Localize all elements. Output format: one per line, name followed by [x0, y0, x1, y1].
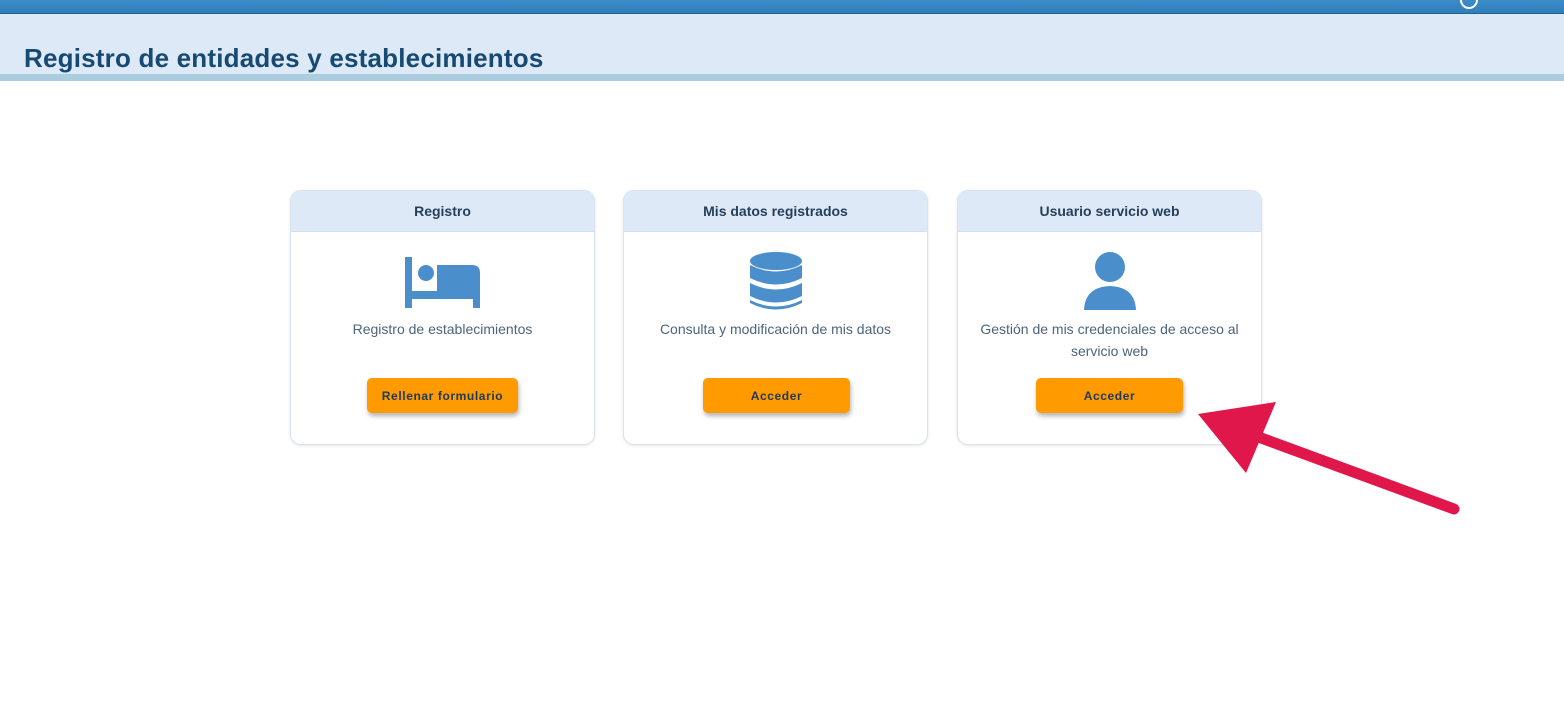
card-description: Gestión de mis credenciales de acceso al… — [980, 321, 1239, 359]
header-divider — [0, 74, 1564, 81]
user-icon — [958, 251, 1261, 313]
top-bar — [0, 0, 1564, 14]
card-mis-datos: Mis datos registrados Consulta y modific… — [623, 190, 928, 445]
user-menu-icon[interactable] — [1460, 0, 1478, 9]
page-title: Registro de entidades y establecimientos — [24, 43, 544, 73]
access-web-service-button[interactable]: Acceder — [1036, 378, 1183, 413]
card-registro: Registro Registro de establecimientos Re… — [290, 190, 595, 445]
fill-form-button[interactable]: Rellenar formulario — [367, 378, 518, 413]
card-title: Mis datos registrados — [624, 191, 927, 232]
database-icon — [624, 251, 927, 313]
card-description: Registro de establecimientos — [352, 321, 533, 337]
bed-icon — [291, 251, 594, 313]
card-title: Registro — [291, 191, 594, 232]
access-data-button[interactable]: Acceder — [703, 378, 850, 413]
annotation-arrow-icon — [1198, 402, 1460, 515]
page-header: Registro de entidades y establecimientos — [0, 14, 1564, 74]
card-title: Usuario servicio web — [958, 191, 1261, 232]
card-description: Consulta y modificación de mis datos — [659, 321, 892, 337]
